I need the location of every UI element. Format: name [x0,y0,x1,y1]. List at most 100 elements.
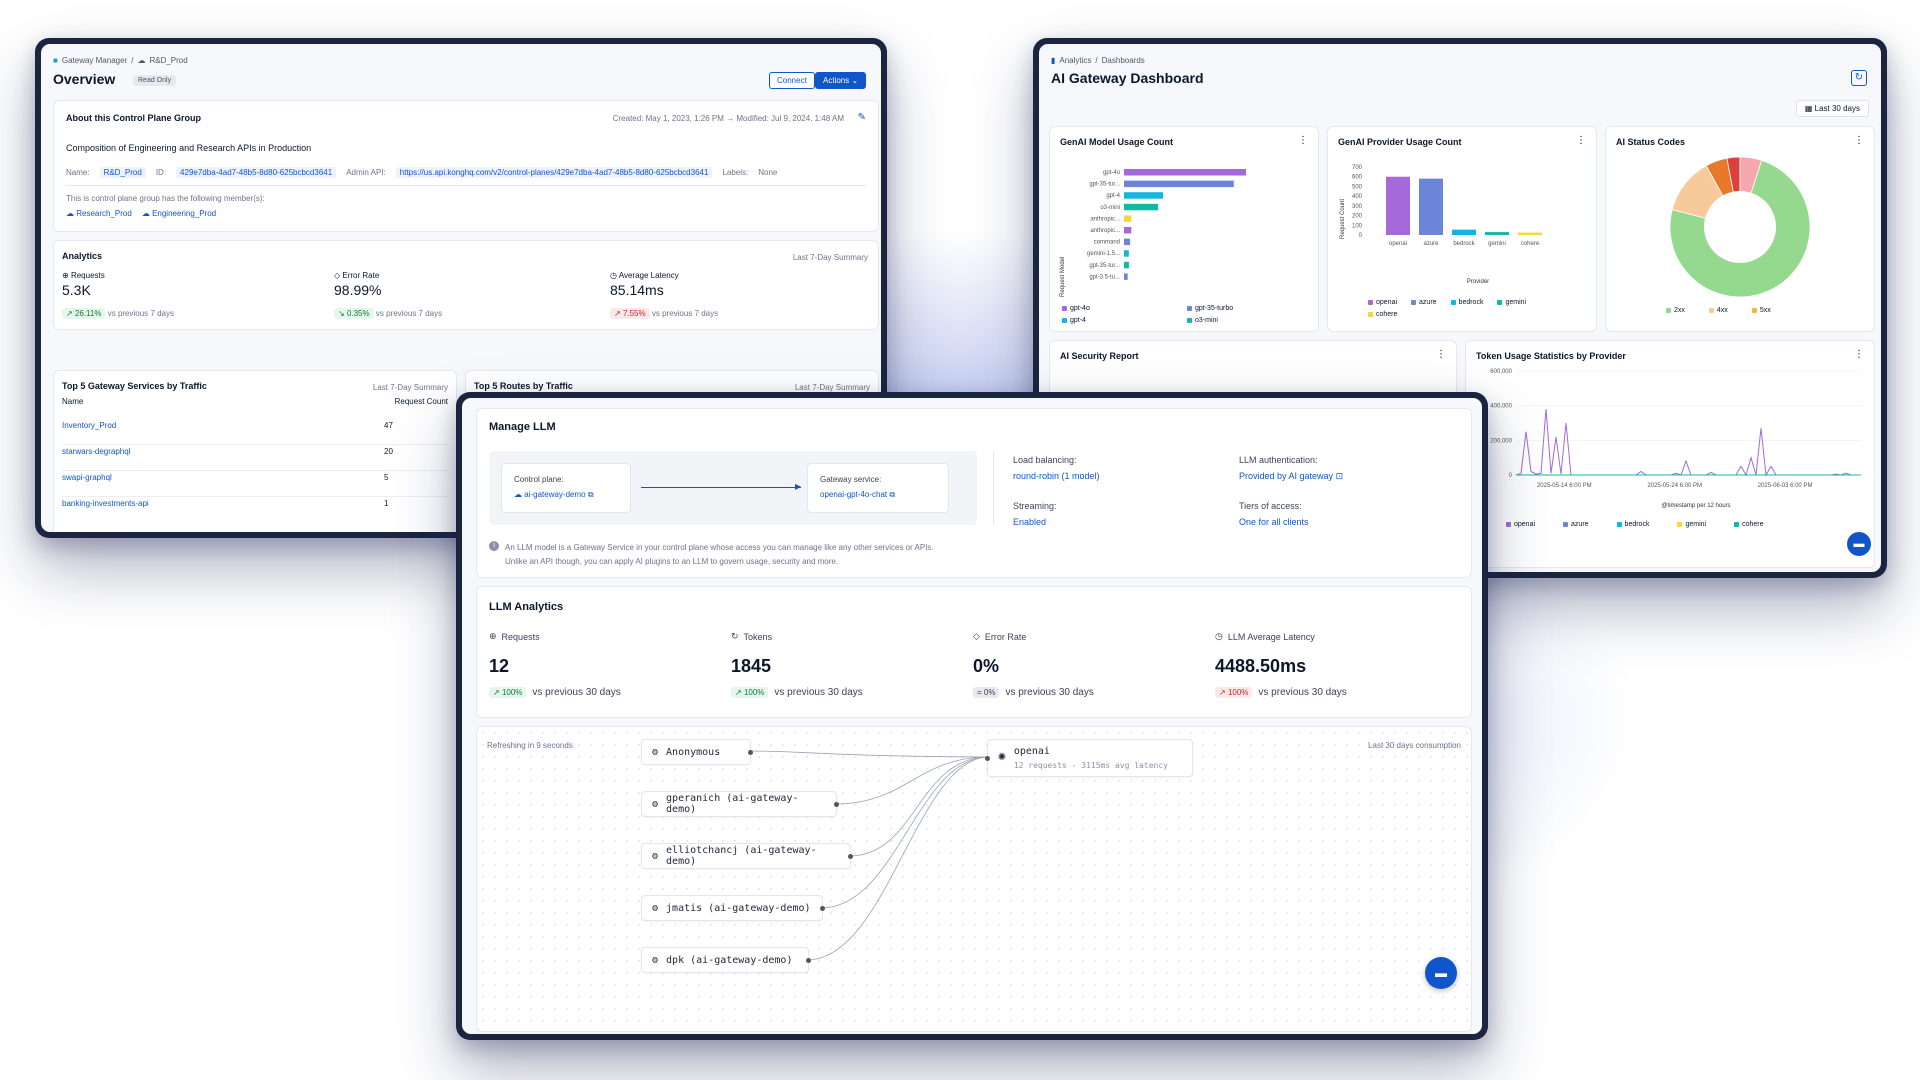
breadcrumb: ▮ Analytics / Dashboards [1051,56,1145,65]
x-axis-label: Provider [1467,279,1489,285]
service-link[interactable]: banking-investments-api [62,499,149,508]
consumer-node[interactable]: ⚙ gperanich (ai-gateway-demo) [641,791,839,817]
connect-button[interactable]: Connect [769,72,815,89]
actions-button[interactable]: Actions ⌄ [815,72,867,89]
consumption-graph: Refreshing in 9 seconds Last 30 days con… [476,726,1472,1032]
robot-icon: ⚙ [652,902,659,914]
refresh-icon[interactable]: ↻ [1851,70,1867,86]
consumer-node[interactable]: ⚙ dpk (ai-gateway-demo) [641,947,811,973]
cloud-icon: ☁ [66,209,77,218]
top-services-heading: Top 5 Gateway Services by Traffic [62,381,207,391]
legend-item: azure [1563,521,1589,528]
tiers-field: Tiers of access: One for all clients [1239,501,1309,527]
trend-badge: ↘ 0.35% [334,308,374,319]
chat-button[interactable]: ▬ [1847,532,1871,556]
consumer-node[interactable]: ⚙ jmatis (ai-gateway-demo) [641,895,825,921]
trend-badge: ↗ 7.55% [610,308,650,319]
table-row[interactable]: banking-investments-api 1 [62,499,448,523]
field-value[interactable]: Provided by AI gateway ⊡ [1239,471,1343,482]
llm-auth-field: LLM authentication: Provided by AI gatew… [1239,455,1343,482]
column-header-count: Request Count [394,397,448,406]
breadcrumb: ■ Gateway Manager / ☁ R&D_Prod [53,56,188,65]
control-plane-link[interactable]: ☁ ai-gateway-demo ⧉ [514,490,594,500]
chat-button[interactable]: ▬ [1425,957,1457,989]
service-link[interactable]: starwars-degraphql [62,447,130,456]
tick-label: 400,000 [1490,404,1512,410]
metric-value: 98.99% [334,282,382,298]
members-text: This is control plane group has the foll… [66,194,265,203]
breadcrumb-item[interactable]: Gateway Manager [62,56,127,65]
field-value[interactable]: round-robin (1 model) [1013,471,1100,481]
metric-label: Tokens [743,631,773,642]
member-label: Research_Prod [76,209,132,218]
status-codes-chart [1669,156,1811,298]
edit-icon[interactable]: ✎ [858,112,866,123]
about-description: Composition of Engineering and Research … [66,143,312,153]
about-card: About this Control Plane Group Created: … [53,100,879,232]
service-link[interactable]: swapi-graphql [62,473,112,482]
model-usage-chart: Request Model gpt-4o gpt-35-tur... gpt-4 o3… [1060,169,1246,297]
member-link[interactable]: ☁ Engineering_Prod [142,209,216,218]
metric-compare: vs previous 30 days [774,687,863,698]
table-row[interactable]: Inventory_Prod 47 [62,421,448,445]
provider-name: openai [1013,746,1050,757]
service-link[interactable]: Inventory_Prod [62,421,116,430]
metric-compare: vs previous 7 days [107,309,174,318]
name-value[interactable]: R&D_Prod [99,167,146,178]
consumer-node[interactable]: ⚙ elliotchancj (ai-gateway-demo) [641,843,853,869]
model-usage-card: GenAI Model Usage Count ⋮ Request Model … [1049,126,1319,332]
metric-error-rate: ◇ Error Rate 98.99% ↘ 0.35% vs previous … [334,271,594,319]
tick-label: bedrock [1453,241,1475,247]
metric-value: 0% [973,656,1000,676]
labels-value: None [758,168,778,177]
provider-node[interactable]: ✺ openai 12 requests - 3115ms avg latenc… [985,739,1193,777]
metric-label: Error Rate [984,631,1027,642]
consumer-label: Anonymous [666,746,721,758]
modified-date: Modified: Jul 9, 2024, 1:48 AM [736,114,844,123]
bar [1419,178,1443,235]
top-services-card: Top 5 Gateway Services by Traffic Last 7… [53,370,457,532]
field-value[interactable]: Enabled [1013,517,1057,527]
tick-label: 0 [1359,233,1363,239]
field-value[interactable]: One for all clients [1239,517,1309,527]
consumer-node[interactable]: ⚙ Anonymous [641,739,753,765]
chart-legend: openai azure bedrock gemini cohere [1506,521,1763,528]
cloud-icon: ☁ [514,490,525,499]
metric-requests: ⊕ Requests 5.3K ↗ 26.11% vs previous 7 d… [62,271,322,319]
lock-icon: ⊡ [1333,471,1344,481]
token-usage-card: Token Usage Statistics by Provider ⋮ 600… [1465,340,1875,568]
metric-error-rate: ◇ Error Rate 0% = 0% vs previous 30 days [973,631,1193,698]
metric-latency: ◷ Average Latency 85.14ms ↗ 7.55% vs pre… [610,271,870,319]
id-value[interactable]: 429e7dba-4ad7-48b5-8d80-625bcbcd3641 [176,167,337,178]
gateway-service-value: openai-gpt-4o-chat [820,490,888,499]
metric-label: Error Rate [342,271,380,280]
divider [66,185,866,186]
table-row[interactable]: swapi-graphql 5 [62,473,448,497]
breadcrumb-item[interactable]: R&D_Prod [149,56,187,65]
metric-compare: vs previous 7 days [651,309,719,318]
chevron-down-icon: ⌄ [851,76,859,85]
token-usage-chart: 600,000 400,000 200,000 0 2025-05-14 6:00 PM… [1490,369,1861,509]
trend-value: 0.35% [346,309,370,318]
top-routes-summary: Last 7-Day Summary [794,383,870,392]
gateway-service-link[interactable]: openai-gpt-4o-chat ⧉ [820,490,895,500]
breadcrumb-item[interactable]: Dashboards [1102,56,1145,65]
breadcrumb-item[interactable]: Analytics [1059,56,1091,65]
card-heading: AI Security Report [1060,351,1139,361]
member-link[interactable]: ☁ Research_Prod [66,209,132,218]
more-icon[interactable]: ⋮ [1436,349,1446,360]
field-label: Load balancing: [1013,455,1077,465]
field-label: Tiers of access: [1239,501,1302,511]
tick-label: gemini-1.5... [1087,251,1120,257]
tick-label: gemini [1488,241,1506,247]
globe-icon: ⊕ [489,631,497,641]
about-heading: About this Control Plane Group [66,113,201,123]
tick-label: cohere [1521,241,1540,247]
trend-badge: ↗ 100% [731,687,769,698]
chart-legend: openai azure bedrock gemini cohere [1368,299,1568,318]
admin-api-value[interactable]: https://us.api.konghq.com/v2/control-pla… [395,167,713,178]
date-range-picker[interactable]: ▦ Last 30 days [1795,100,1869,117]
robot-icon: ⚙ [652,746,659,758]
about-fields: Name: R&D_Prod ID: 429e7dba-4ad7-48b5-8d… [66,167,777,178]
table-row[interactable]: starwars-degraphql 20 [62,447,448,471]
